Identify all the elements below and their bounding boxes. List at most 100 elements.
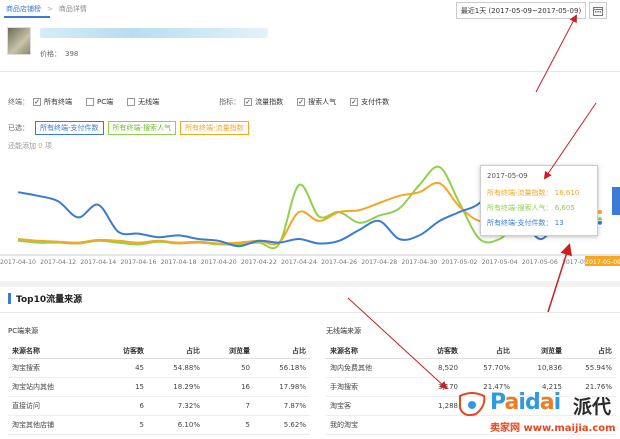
table-header-cell[interactable]: 占比 [566, 344, 616, 359]
tooltip-row-paid-items: 所有终端-支付件数： 13 [487, 219, 564, 227]
active-crumb-underline [4, 16, 50, 18]
section-title: Top10流量来源 [8, 292, 82, 305]
series-point-0[interactable] [597, 219, 603, 226]
series-point-2[interactable] [597, 209, 603, 215]
paidai-watermark: Paidai 派代 卖家网 www.maijia.com [448, 388, 620, 439]
product-name-redacted [40, 28, 268, 38]
x-tick-label: 2017-04-22 [241, 259, 277, 266]
table-header-cell[interactable]: 浏览量 [514, 344, 566, 359]
metric-option-label: 流量指数 [255, 98, 284, 106]
checkbox-icon [86, 98, 94, 106]
breadcrumb-current: 商品详情 [58, 5, 87, 13]
terminal-option-label: PC端 [97, 98, 114, 106]
table-header-row: 来源名称 访客数 占比 浏览量 占比 [326, 344, 616, 359]
x-tick-label: 2017-04-20 [201, 259, 237, 266]
table-cell: 淘内免费其他 [326, 358, 402, 378]
x-tick-label: 2017-05-02 [442, 259, 478, 266]
metric-option-label: 搜索人气 [308, 98, 337, 106]
tooltip-row-traffic-index: 所有终端-流量指数： 16,610 [487, 189, 580, 197]
table-cell: 54.88% [148, 358, 204, 378]
pc-table-title: PC端来源 [8, 327, 39, 335]
mobile-table-title: 无线端来源 [326, 327, 361, 335]
section-title-bar [8, 293, 11, 304]
breadcrumb-separator: > [47, 5, 53, 13]
table-cell: 7.32% [148, 396, 204, 416]
table-cell: 5 [86, 415, 148, 435]
table-row[interactable]: 淘宝站内其他 15 18.29% 16 17.98% [8, 377, 310, 397]
remaining-suffix: 项 [44, 142, 52, 150]
checkbox-icon [127, 98, 136, 106]
table-header-cell[interactable]: 访客数 [86, 344, 148, 359]
table-header-cell[interactable]: 占比 [148, 344, 204, 359]
x-tick-label: 2017-04-18 [161, 259, 197, 266]
table-cell: 淘宝搜索 [8, 358, 86, 378]
metric-option-search-popularity[interactable]: ✓ 搜索人气 [297, 97, 336, 107]
metric-option-paid-items[interactable]: ✓ 支付件数 [350, 97, 389, 107]
watermark-site: 卖家网 www.maijia.com [490, 423, 616, 434]
date-range-display[interactable]: 最近1天 (2017-05-09~2017-05-09) [456, 2, 586, 19]
breadcrumb-home-link[interactable]: 商品店铺榜 [6, 4, 41, 14]
table-cell: 7 [204, 396, 254, 416]
table-cell: 7.87% [254, 396, 310, 416]
pc-source-table: PC端来源 来源名称 访客数 占比 浏览量 占比 淘宝搜索 45 54.88% 50 56.18%… [8, 326, 310, 435]
table-row[interactable]: 直接访问 6 7.32% 7 7.87% [8, 396, 310, 416]
terminal-option-label: 所有终端 [44, 98, 72, 106]
table-cell: 18.29% [148, 377, 204, 397]
metric-option-traffic-index[interactable]: ✓ 流量指数 [244, 97, 283, 107]
terminal-filter-label: 终端： [8, 98, 29, 106]
table-cell: 17.98% [254, 377, 310, 397]
checkbox-checked-icon: ✓ [297, 97, 306, 106]
table-cell: 10,836 [514, 358, 566, 378]
table-cell: 16 [204, 377, 254, 397]
terminal-option-all[interactable]: ✓ 所有终端 [33, 97, 72, 107]
x-tick-label: 2017-04-16 [120, 259, 156, 266]
table-cell: 淘宝站内其他 [8, 377, 86, 397]
table-cell: 6 [86, 396, 148, 416]
table-cell: 55.94% [566, 358, 616, 378]
table-header-cell[interactable]: 访客数 [402, 344, 462, 359]
x-tick-label: 2017-04-10 [0, 259, 36, 266]
selected-tag-traffic-index[interactable]: 所有终端-流量指数 [180, 121, 249, 135]
tooltip-row-search-popularity: 所有终端-搜索人气： 6,605 [487, 204, 575, 212]
table-cell: 15 [86, 377, 148, 397]
tooltip-date: 2017-05-09 [487, 172, 528, 180]
table-header-cell[interactable]: 占比 [254, 344, 310, 359]
table-cell: 5.62% [254, 415, 310, 435]
table-header-cell[interactable]: 占比 [462, 344, 514, 359]
terminal-option-pc[interactable]: PC端 [86, 97, 113, 107]
x-tick-label: 2017-04-26 [321, 259, 357, 266]
checkbox-checked-icon: ✓ [244, 97, 253, 106]
remaining-count: 0 [38, 142, 43, 150]
product-thumbnail[interactable] [7, 27, 31, 55]
table-row[interactable]: 淘宝搜索 45 54.88% 50 56.18% [8, 358, 310, 378]
selected-tag-search-popularity[interactable]: 所有终端-搜索人气 [107, 121, 177, 135]
price-value: 398 [65, 50, 79, 58]
product-price: 价格： 398 [40, 49, 82, 59]
breadcrumb: 商品店铺榜 > 商品详情 [6, 3, 87, 15]
x-tick-label: 2017-05-09 [585, 259, 620, 266]
watermark-brand: Paidai [490, 390, 561, 415]
chart-tooltip: 2017-05-09 所有终端-流量指数： 16,610 所有终端-搜索人气： … [480, 165, 598, 236]
selected-label: 已选： [8, 124, 29, 132]
chart-scroll-handle[interactable] [612, 187, 620, 215]
table-cell: 我的淘宝 [326, 415, 402, 435]
remaining-prefix: 还能添加 [8, 142, 36, 150]
terminal-option-mobile[interactable]: 无线端 [127, 97, 159, 107]
checkbox-checked-icon: ✓ [33, 97, 41, 106]
calendar-button[interactable] [589, 2, 607, 19]
table-row[interactable]: 淘内免费其他 8,520 57.70% 10,836 55.94% [326, 358, 616, 378]
metric-filter-label: 指标： [219, 98, 241, 106]
x-tick-label: 2017-04-24 [281, 259, 317, 266]
selected-metrics: 已选： 所有终端-支付件数 所有终端-搜索人气 所有终端-流量指数 [8, 121, 253, 135]
price-label: 价格： [40, 50, 61, 58]
page-header: 商品店铺榜 > 商品详情 价格： 398 最近1天 (2017-05-09~201… [0, 0, 620, 72]
calendar-icon [593, 6, 603, 16]
table-header-cell[interactable]: 浏览量 [204, 344, 254, 359]
table-header-cell[interactable]: 来源名称 [326, 344, 402, 359]
table-header-row: 来源名称 访客数 占比 浏览量 占比 [8, 344, 310, 359]
table-cell: 淘宝其他店铺 [8, 415, 86, 435]
metric-option-label: 支付件数 [361, 98, 390, 106]
table-row[interactable]: 淘宝其他店铺 5 6.10% 5 5.62% [8, 415, 310, 435]
selected-tag-paid-items[interactable]: 所有终端-支付件数 [35, 121, 104, 135]
table-header-cell[interactable]: 来源名称 [8, 344, 86, 359]
